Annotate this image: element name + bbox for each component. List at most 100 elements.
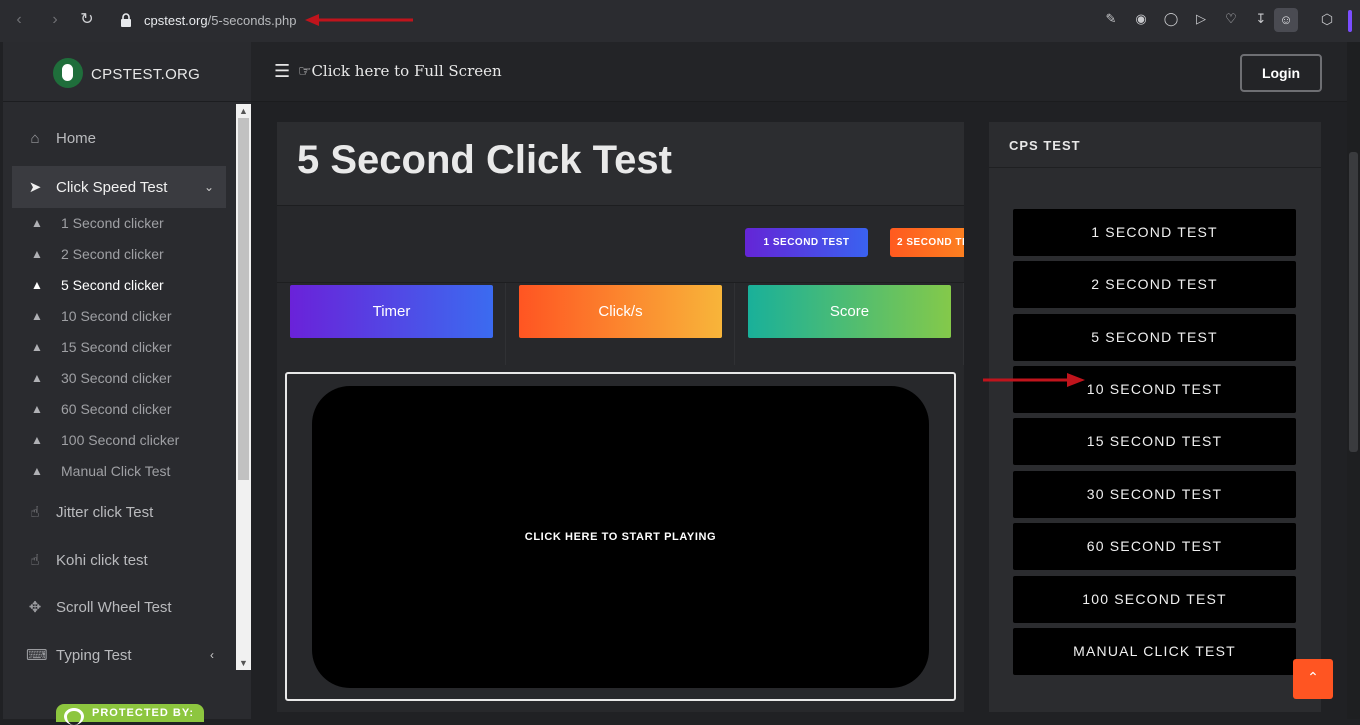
forward-icon[interactable]: › <box>44 9 66 31</box>
heart-icon[interactable]: ♡ <box>1222 10 1240 28</box>
sidebar-subitem-60-second[interactable]: ▲ 60 Second clicker <box>31 398 172 420</box>
sidebar-item-kohi[interactable]: ☝ Kohi click test <box>12 540 226 580</box>
tab-1-second-test[interactable]: 1 SECOND TEST <box>745 228 868 257</box>
30-second-test-button[interactable]: 30 SECOND TEST <box>1013 471 1296 518</box>
sidebar-toggle[interactable] <box>1348 10 1352 32</box>
keyboard-icon: ⌨ <box>26 647 48 664</box>
logo[interactable]: CPSTEST.ORG <box>3 42 251 102</box>
test-tabs: 1 SECOND TEST 2 SECOND TEST <box>277 206 964 282</box>
lock-icon <box>121 13 131 27</box>
cursor-icon: ▲ <box>31 309 43 323</box>
sidebar-subitem-100-second[interactable]: ▲ 100 Second clicker <box>31 429 179 451</box>
hamburger-icon[interactable]: ☰ <box>274 62 290 80</box>
protected-badge[interactable]: PROTECTED BY: <box>56 704 204 725</box>
url-domain: cpstest.org <box>144 13 208 28</box>
camera-icon[interactable]: ◉ <box>1132 10 1150 28</box>
stats-row: Timer Click/s Score <box>277 282 964 365</box>
cursor-icon: ▲ <box>31 402 43 416</box>
shield-icon[interactable]: ◯ <box>1162 10 1180 28</box>
mouse-icon <box>53 58 83 88</box>
play-icon[interactable]: ▷ <box>1192 10 1210 28</box>
sidebar-subitem-15-second[interactable]: ▲ 15 Second clicker <box>31 336 172 358</box>
click-area[interactable]: CLICK HERE TO START PLAYING <box>312 386 929 688</box>
reload-icon[interactable]: ↻ <box>76 9 98 31</box>
page-scroll-thumb[interactable] <box>1349 152 1358 452</box>
profile-icon[interactable]: ☺ <box>1274 8 1298 32</box>
timer-stat: Timer <box>290 285 493 338</box>
hand-pointer-icon: ☝ <box>30 504 40 521</box>
edit-icon[interactable]: ✎ <box>1102 10 1120 28</box>
sidebar-subitem-label: 5 Second clicker <box>61 277 164 293</box>
cursor-icon: ▲ <box>31 216 43 230</box>
url-text: cpstest.org/5-seconds.php <box>144 13 297 28</box>
sidebar-subitem-1-second[interactable]: ▲ 1 Second clicker <box>31 212 164 234</box>
sidebar-menu: ⌂ Home ➤ Click Speed Test ⌄ ▲ 1 Second c… <box>3 104 236 719</box>
sidebar-subitem-5-second[interactable]: ▲ 5 Second clicker <box>31 274 164 296</box>
page: CPSTEST.ORG ⌂ Home ➤ Click Speed Test ⌄ … <box>0 42 1360 725</box>
hand-pointer-icon: ☝ <box>30 552 40 569</box>
60-second-test-button[interactable]: 60 SECOND TEST <box>1013 523 1296 570</box>
sidebar-subitem-label: 15 Second clicker <box>61 339 172 355</box>
scroll-up-icon[interactable]: ▲ <box>236 104 251 118</box>
sidebar-subitem-label: Manual Click Test <box>61 463 171 479</box>
2-second-test-button[interactable]: 2 SECOND TEST <box>1013 261 1296 308</box>
cursor-icon: ▲ <box>31 340 43 354</box>
fullscreen-link[interactable]: ☞Click here to Full Screen <box>298 62 502 80</box>
manual-click-test-button[interactable]: MANUAL CLICK TEST <box>1013 628 1296 675</box>
sidebar-subitem-2-second[interactable]: ▲ 2 Second clicker <box>31 243 164 265</box>
panel-title: CPS TEST <box>1009 138 1081 153</box>
login-button[interactable]: Login <box>1240 54 1322 92</box>
start-playing-text: CLICK HERE TO START PLAYING <box>524 531 717 543</box>
1-second-test-button[interactable]: 1 SECOND TEST <box>1013 209 1296 256</box>
extension-icon[interactable]: ⬡ <box>1318 10 1336 28</box>
browser-toolbar: ‹ › ↻ cpstest.org/5-seconds.php ✎ ◉ ◯ ▷ … <box>0 0 1360 42</box>
sidebar-subitem-10-second[interactable]: ▲ 10 Second clicker <box>31 305 172 327</box>
sidebar-item-home[interactable]: ⌂ Home <box>12 118 226 158</box>
sidebar: CPSTEST.ORG ⌂ Home ➤ Click Speed Test ⌄ … <box>3 42 251 725</box>
double-chevron-up-icon: ⌃ <box>1307 669 1319 685</box>
cursor-icon: ▲ <box>31 464 43 478</box>
fullscreen-label: Click here to Full Screen <box>311 62 502 80</box>
sidebar-item-label: Kohi click test <box>56 551 148 569</box>
scroll-thumb[interactable] <box>238 118 249 480</box>
scroll-down-icon[interactable]: ▼ <box>236 656 251 670</box>
title-area: 5 Second Click Test <box>277 122 964 206</box>
sidebar-item-click-speed-test[interactable]: ➤ Click Speed Test ⌄ <box>12 166 226 208</box>
panel-header: CPS TEST <box>989 122 1321 168</box>
annotation-arrow <box>305 14 413 26</box>
15-second-test-button[interactable]: 15 SECOND TEST <box>1013 418 1296 465</box>
sidebar-item-label: Jitter click Test <box>56 503 154 521</box>
cursor-icon: ▲ <box>31 433 43 447</box>
stat-clicks-cell: Click/s <box>506 283 735 365</box>
header: ☰ ☞Click here to Full Screen Login <box>251 42 1347 102</box>
arrows-icon: ✥ <box>28 599 42 616</box>
sidebar-item-scroll-wheel[interactable]: ✥ Scroll Wheel Test <box>12 587 226 627</box>
cursor-icon: ▲ <box>31 247 43 261</box>
page-scrollbar[interactable] <box>1347 42 1360 719</box>
url-path: /5-seconds.php <box>207 13 297 28</box>
protected-label: PROTECTED BY: <box>92 707 195 719</box>
sidebar-subitem-label: 30 Second clicker <box>61 370 172 386</box>
sidebar-subitem-30-second[interactable]: ▲ 30 Second clicker <box>31 367 172 389</box>
sidebar-subitem-label: 1 Second clicker <box>61 215 164 231</box>
tab-2-second-test[interactable]: 2 SECOND TEST <box>890 228 964 257</box>
sidebar-scrollbar[interactable]: ▲ ▼ <box>236 104 251 670</box>
scroll-to-top-button[interactable]: ⌃ <box>1293 659 1333 699</box>
5-second-test-button[interactable]: 5 SECOND TEST <box>1013 314 1296 361</box>
chevron-left-icon: ‹ <box>210 648 214 662</box>
sidebar-subitem-manual[interactable]: ▲ Manual Click Test <box>31 460 170 482</box>
browser-actions: ✎ ◉ ◯ ▷ ♡ ↧ ☰ <box>1102 10 1300 28</box>
play-frame: CLICK HERE TO START PLAYING <box>285 372 956 701</box>
download-icon[interactable]: ↧ <box>1252 10 1270 28</box>
sidebar-item-jitter[interactable]: ☝ Jitter click Test <box>12 492 226 532</box>
clicks-per-second-stat: Click/s <box>519 285 722 338</box>
home-icon: ⌂ <box>30 129 40 147</box>
logo-text: CPSTEST.ORG <box>91 66 201 83</box>
sidebar-item-label: Scroll Wheel Test <box>56 598 172 616</box>
cursor-icon: ▲ <box>31 371 43 385</box>
sidebar-subitem-label: 10 Second clicker <box>61 308 172 324</box>
cps-test-panel: CPS TEST 1 SECOND TEST 2 SECOND TEST 5 S… <box>989 122 1321 712</box>
100-second-test-button[interactable]: 100 SECOND TEST <box>1013 576 1296 623</box>
back-icon[interactable]: ‹ <box>8 9 30 31</box>
sidebar-item-typing[interactable]: ⌨ Typing Test ‹ <box>12 635 226 675</box>
